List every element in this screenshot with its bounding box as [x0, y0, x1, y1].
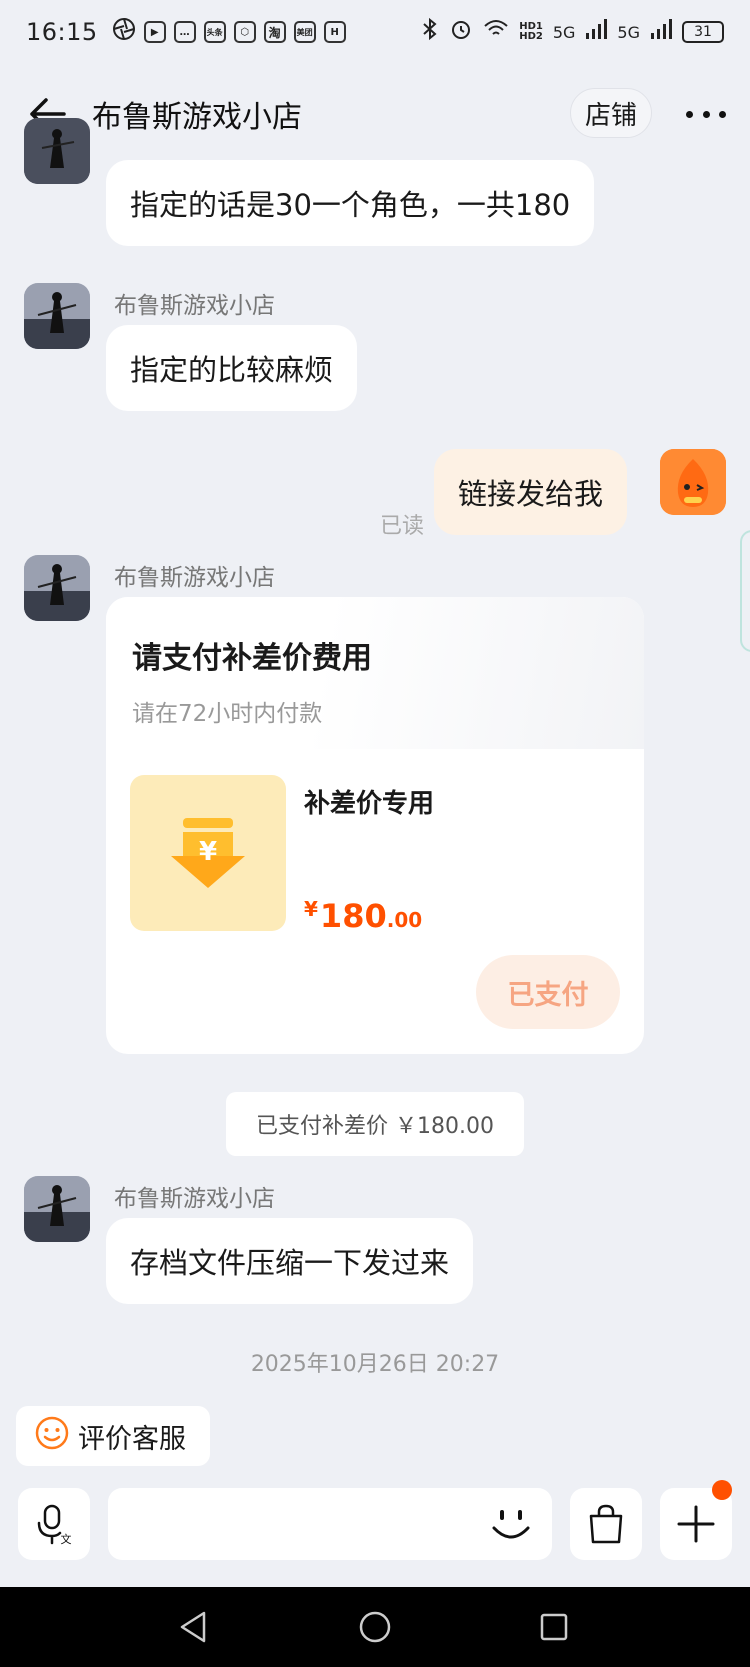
microphone-icon: 文	[37, 1504, 72, 1545]
circle-home-icon	[359, 1611, 391, 1643]
message-app-icon: …	[173, 21, 196, 43]
sender-name: 布鲁斯游戏小店	[114, 565, 275, 591]
side-drawer-handle[interactable]	[740, 530, 750, 652]
message-text: 指定的比较麻烦	[130, 353, 334, 387]
message-bubble[interactable]: 指定的话是30一个角色，一共180	[106, 160, 595, 246]
bluetooth-icon	[421, 17, 439, 47]
wifi-icon	[483, 18, 509, 46]
card-subtitle: 请在72小时内付款	[132, 701, 323, 727]
aperture-icon	[112, 17, 136, 47]
svg-text:¥: ¥	[199, 837, 217, 867]
product-price: ¥ 180 .00	[304, 897, 422, 935]
system-note: 已支付补差价 ￥180.00	[226, 1092, 524, 1156]
shop-avatar[interactable]	[24, 283, 90, 349]
more-dot	[719, 110, 726, 118]
signal-bars-icon	[650, 19, 672, 45]
card-title: 请支付补差价费用	[132, 641, 372, 676]
video-app-icon: ▶	[143, 21, 166, 43]
shop-avatar[interactable]	[24, 118, 90, 184]
status-time: 16:15	[26, 18, 98, 46]
rate-service-label: 评价客服	[78, 1423, 186, 1455]
more-options-button[interactable]	[686, 96, 726, 132]
timestamp: 2025年10月26日 20:27	[250, 1352, 500, 1377]
chat-header: 布鲁斯游戏小店 店铺	[0, 80, 750, 150]
message-text: 指定的话是30一个角色，一共180	[130, 188, 571, 222]
triangle-back-icon	[180, 1611, 206, 1643]
meituan-app-icon: 美团	[293, 21, 316, 43]
message-text: 存档文件压缩一下发过来	[130, 1246, 450, 1280]
nav-recents-button[interactable]	[536, 1609, 572, 1645]
page-title: 布鲁斯游戏小店	[92, 100, 302, 135]
product-image: ¥	[130, 775, 286, 931]
store-button[interactable]: 店铺	[570, 88, 652, 138]
product-name: 补差价专用	[304, 789, 435, 819]
smile-icon	[34, 1415, 70, 1458]
notification-icons: ▶ … 头条 ⬡ 淘 美团 H	[112, 17, 346, 47]
hexagon-app-icon: ⬡	[233, 21, 256, 43]
shopping-bag-button[interactable]	[570, 1488, 642, 1560]
system-indicators: HD1 HD2 5G 5G 31	[421, 17, 724, 47]
sender-name: 布鲁斯游戏小店	[114, 1186, 275, 1212]
input-bar: 文	[0, 1480, 750, 1580]
toutiao-app-icon: 头条	[203, 21, 226, 43]
message-bubble[interactable]: 指定的比较麻烦	[106, 325, 358, 411]
message-bubble[interactable]: 存档文件压缩一下发过来	[106, 1218, 474, 1304]
more-dot	[702, 110, 710, 118]
shopping-bag-icon	[589, 1504, 623, 1544]
status-bar: 16:15 ▶ … 头条 ⬡ 淘 美团 H HD1 HD2 5G 5G 31	[0, 0, 750, 64]
emoji-face-icon	[492, 1510, 530, 1539]
signal-bars-icon	[585, 19, 608, 45]
rate-service-button[interactable]: 评价客服	[16, 1406, 210, 1466]
price-decimal: .00	[386, 908, 423, 932]
nav-back-button[interactable]	[176, 1609, 212, 1645]
shop-avatar[interactable]	[24, 1176, 90, 1242]
price-currency: ¥	[304, 897, 318, 921]
emoji-button[interactable]	[486, 1496, 536, 1552]
system-nav-bar	[0, 1587, 750, 1667]
plus-icon	[677, 1505, 715, 1543]
yuan-download-icon: ¥	[171, 818, 245, 888]
taobao-app-icon: 淘	[263, 21, 286, 43]
sender-name: 布鲁斯游戏小店	[114, 293, 275, 319]
shop-avatar[interactable]	[24, 555, 90, 621]
message-text: 链接发给我	[458, 477, 604, 511]
battery-indicator: 31	[682, 21, 724, 43]
payment-card[interactable]: 请支付补差价费用 请在72小时内付款 ¥ 补差价专用 ¥ 180 .00 已支付	[106, 597, 644, 1054]
read-status: 已读	[380, 514, 425, 539]
voice-button[interactable]: 文	[18, 1488, 90, 1560]
square-recents-icon	[540, 1613, 568, 1641]
h-app-icon: H	[323, 21, 346, 43]
my-message-bubble[interactable]: 链接发给我	[434, 449, 628, 535]
signal-2-label: 5G	[617, 22, 640, 42]
price-integer: 180	[319, 897, 387, 935]
paid-button[interactable]: 已支付	[476, 955, 620, 1029]
signal-1-label: 5G	[552, 22, 576, 42]
more-dot	[686, 110, 693, 118]
alarm-icon	[449, 17, 473, 47]
nav-home-button[interactable]	[357, 1609, 393, 1645]
my-avatar[interactable]	[660, 449, 726, 515]
notification-dot	[712, 1480, 732, 1500]
hd-indicator: HD1 HD2	[519, 21, 543, 42]
svg-text:文: 文	[61, 1532, 72, 1545]
